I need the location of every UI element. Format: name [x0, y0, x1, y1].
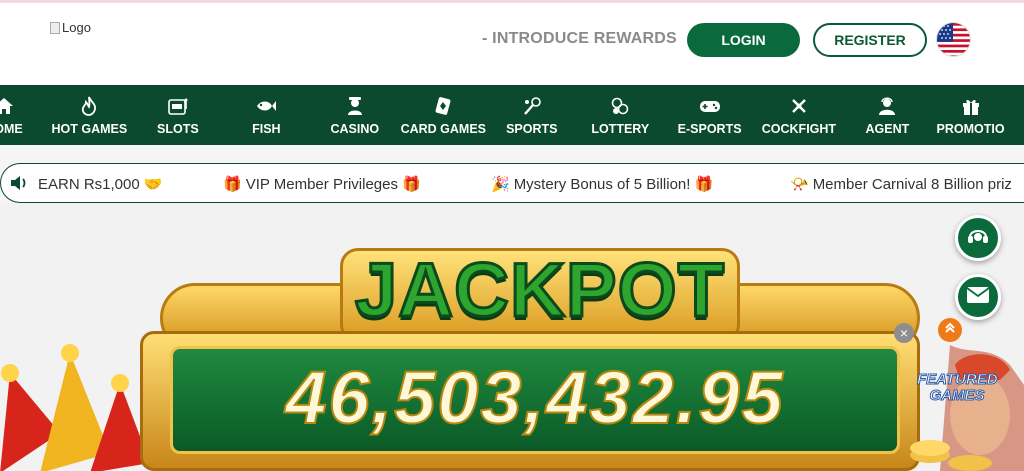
login-button[interactable]: LOGIN — [687, 23, 800, 57]
nav-card-games[interactable]: CARD GAMES — [386, 85, 501, 145]
lottery-balls-icon — [610, 95, 630, 117]
nav-e-sports[interactable]: E-SPORTS — [678, 85, 742, 145]
jester-hat-image — [0, 344, 150, 471]
gift-icon: 🎁 — [223, 176, 242, 193]
jackpot-title: JACKPOT — [354, 247, 726, 335]
slot-machine-icon — [168, 95, 188, 117]
gift-icon: 🎁 — [694, 176, 714, 193]
nav-hot-games[interactable]: HOT GAMES — [32, 85, 147, 145]
featured-games-label: FEATURED GAMES — [917, 371, 999, 404]
party-popper-icon: 🎉 — [491, 176, 510, 193]
speaker-icon — [9, 174, 29, 197]
featured-games-image — [910, 345, 1024, 471]
gamepad-icon — [699, 95, 721, 117]
main-nav: HOME HOT GAMES SLOTS FISH CASINO CARD GA… — [0, 85, 1024, 145]
nav-casino[interactable]: CASINO — [324, 85, 386, 145]
envelope-icon — [966, 286, 990, 309]
nav-promotions[interactable]: PROMOTIO — [937, 85, 1024, 145]
mail-button[interactable] — [955, 274, 1001, 320]
flame-icon — [81, 95, 97, 117]
horn-icon: 📯 — [790, 176, 809, 193]
us-flag-icon[interactable] — [936, 22, 971, 57]
nav-sports[interactable]: SPORTS — [501, 85, 563, 145]
broken-image-icon — [50, 21, 60, 34]
headset-icon — [965, 223, 991, 254]
site-logo[interactable]: Logo — [50, 20, 91, 35]
agent-icon — [877, 95, 897, 117]
announcement-ticker: EARN Rs1,000 🤝 🎁 VIP Member Privileges 🎁… — [0, 163, 1024, 203]
register-button[interactable]: REGISTER — [813, 23, 927, 57]
nav-cockfight[interactable]: COCKFIGHT — [742, 85, 857, 145]
casino-dealer-icon — [345, 95, 365, 117]
introduce-rewards-link[interactable]: - INTRODUCE REWARDS — [482, 30, 677, 48]
jackpot-banner[interactable]: JACKPOT 46,503,432.95 — [0, 203, 1024, 471]
customer-support-button[interactable] — [955, 215, 1001, 261]
sports-icon — [522, 95, 542, 117]
close-featured-button[interactable]: × — [894, 323, 914, 343]
fish-icon — [255, 95, 277, 117]
nav-agent[interactable]: AGENT — [856, 85, 918, 145]
scroll-top-button[interactable] — [938, 318, 962, 342]
card-icon — [433, 95, 453, 117]
chevron-up-icon — [943, 321, 957, 340]
featured-games-widget[interactable] — [900, 345, 1024, 471]
site-header: Logo - INTRODUCE REWARDS LOGIN REGISTER — [0, 3, 1024, 85]
cockfight-icon — [789, 95, 809, 117]
nav-fish[interactable]: FISH — [209, 85, 324, 145]
gift-icon — [961, 95, 981, 117]
ticker-item[interactable]: 📯 Member Carnival 8 Billion priz — [790, 175, 1012, 194]
logo-alt-text: Logo — [62, 20, 91, 35]
nav-lottery[interactable]: LOTTERY — [563, 85, 678, 145]
ticker-item[interactable]: EARN Rs1,000 🤝 — [38, 175, 163, 194]
nav-home[interactable]: HOME — [0, 85, 23, 145]
jackpot-amount: 46,503,432.95 — [284, 355, 785, 440]
ticker-item[interactable]: 🎁 VIP Member Privileges 🎁 — [223, 175, 421, 194]
ticker-item[interactable]: 🎉 Mystery Bonus of 5 Billion! 🎁 — [491, 175, 714, 194]
gift-icon: 🎁 — [401, 176, 421, 193]
nav-slots[interactable]: SLOTS — [147, 85, 209, 145]
home-icon — [0, 95, 14, 117]
handshake-icon: 🤝 — [143, 176, 163, 193]
